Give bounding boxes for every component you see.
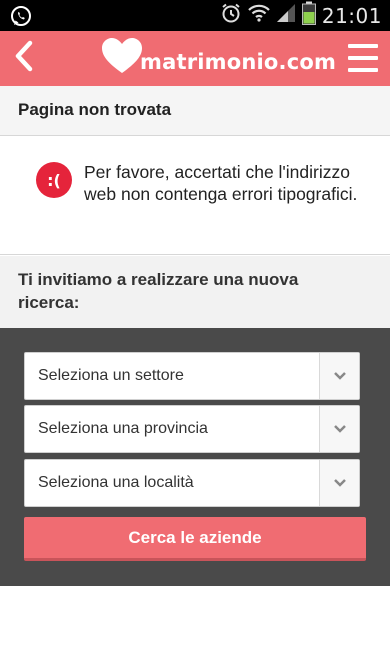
sector-select[interactable]: Seleziona un settore	[24, 352, 360, 400]
menu-line	[348, 44, 378, 48]
status-time: 21:01	[321, 3, 382, 28]
matrimonio-logo[interactable]: matrimonio.com	[100, 37, 336, 79]
whatsapp-icon	[10, 5, 32, 27]
menu-line	[348, 68, 378, 72]
search-companies-button[interactable]: Cerca le aziende	[24, 517, 366, 561]
chevron-left-icon	[13, 40, 35, 77]
error-message: Per favore, accertati che l'indirizzo we…	[84, 162, 358, 204]
status-bar: 21:01	[0, 0, 390, 31]
search-header: Ti invitiamo a realizzare una nuova rice…	[0, 256, 390, 328]
hamburger-menu-button[interactable]	[346, 42, 380, 74]
chevron-down-icon	[319, 353, 359, 399]
heart-icon	[100, 36, 144, 81]
province-select[interactable]: Seleziona una provincia	[24, 405, 360, 453]
battery-icon	[301, 1, 316, 30]
page-title: Pagina non trovata	[18, 100, 172, 119]
locality-select-label: Seleziona una località	[38, 474, 194, 491]
sad-face-icon: :(	[36, 162, 72, 198]
back-button[interactable]	[6, 39, 42, 77]
error-message-box: :( Per favore, accertati che l'indirizzo…	[0, 137, 390, 255]
menu-line	[348, 56, 378, 60]
signal-icon	[276, 3, 296, 28]
chevron-down-icon	[319, 460, 359, 506]
sector-select-label: Seleziona un settore	[38, 367, 184, 384]
wifi-icon	[248, 3, 270, 28]
province-select-label: Seleziona una provincia	[38, 420, 208, 437]
page-title-bar: Pagina non trovata	[0, 86, 390, 136]
locality-select[interactable]: Seleziona una località	[24, 459, 360, 507]
search-heading: Ti invitiamo a realizzare una nuova rice…	[18, 270, 299, 312]
app-header: matrimonio.com	[0, 31, 390, 86]
page-bottom	[0, 586, 390, 650]
alarm-icon	[220, 2, 242, 29]
search-form: Seleziona un settore Seleziona una provi…	[0, 328, 390, 586]
logo-text: matrimonio.com	[140, 50, 337, 74]
chevron-down-icon	[319, 406, 359, 452]
